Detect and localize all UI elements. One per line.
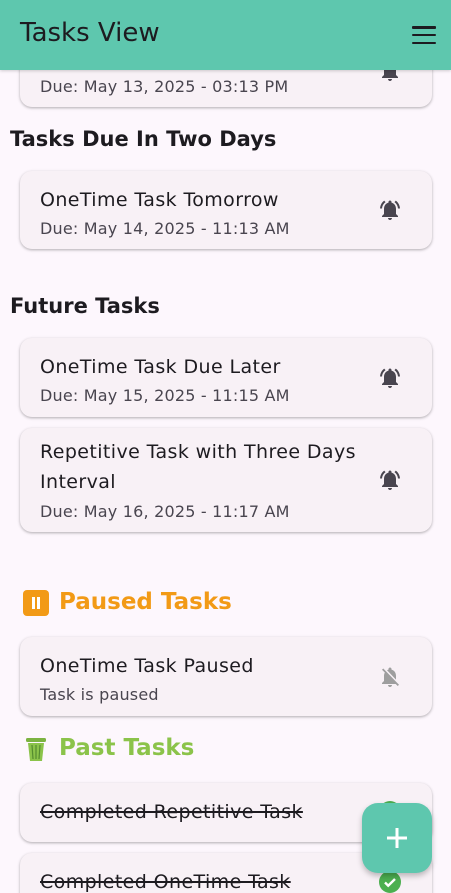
alarm-bell-icon[interactable]: [378, 198, 402, 222]
task-status: Task is paused: [40, 685, 159, 704]
task-name: Completed Repetitive Task: [40, 801, 303, 823]
section-title-future: Future Tasks: [10, 294, 160, 318]
alarm-bell-icon[interactable]: [378, 468, 402, 492]
app-bar: Tasks View: [0, 0, 451, 70]
task-name-line2: Interval: [40, 471, 116, 493]
task-name-line1: Repetitive Task with Three Days: [40, 441, 356, 463]
task-due: Due: May 15, 2025 - 11:15 AM: [40, 386, 290, 405]
task-list[interactable]: Due: May 13, 2025 - 03:13 PM Tasks Due I…: [0, 0, 451, 893]
task-name: Completed OneTime Task: [40, 871, 291, 893]
task-card-later[interactable]: OneTime Task Due Later Due: May 15, 2025…: [20, 338, 432, 417]
page-title: Tasks View: [20, 18, 160, 48]
task-name: OneTime Task Tomorrow: [40, 189, 279, 211]
task-name: OneTime Task Paused: [40, 655, 254, 677]
check-circle-icon: [379, 871, 401, 893]
task-card-paused[interactable]: OneTime Task Paused Task is paused: [20, 637, 432, 716]
pause-icon: [23, 590, 49, 616]
task-due: Due: May 14, 2025 - 11:13 AM: [40, 219, 290, 238]
bell-off-icon[interactable]: [378, 665, 402, 689]
section-title-two-days: Tasks Due In Two Days: [10, 127, 277, 151]
menu-icon[interactable]: [409, 23, 439, 47]
task-due: Due: May 16, 2025 - 11:17 AM: [40, 502, 290, 521]
section-title-paused: Paused Tasks: [59, 589, 232, 615]
trash-bin-icon: [26, 738, 46, 761]
task-card-repetitive[interactable]: Repetitive Task with Three Days Interval…: [20, 428, 432, 532]
add-task-button[interactable]: [362, 803, 432, 873]
alarm-bell-icon[interactable]: [378, 366, 402, 390]
section-title-past: Past Tasks: [59, 735, 195, 761]
task-name: OneTime Task Due Later: [40, 356, 281, 378]
plus-icon: [387, 828, 407, 848]
task-due: Due: May 13, 2025 - 03:13 PM: [40, 77, 289, 96]
task-card-tomorrow[interactable]: OneTime Task Tomorrow Due: May 14, 2025 …: [20, 171, 432, 249]
